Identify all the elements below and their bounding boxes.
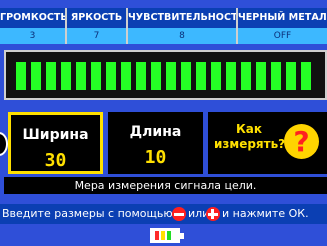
setting-volume-value: 3 (0, 28, 65, 44)
question-mark-icon[interactable]: ? (284, 124, 319, 159)
signal-segment (196, 62, 206, 90)
battery-cell-2 (161, 231, 165, 240)
setting-sensitivity-value: 8 (128, 28, 236, 44)
signal-segment (181, 62, 191, 90)
signal-segment (271, 62, 281, 90)
signal-segment (241, 62, 251, 90)
description-text: Мера измерения сигнала цели. (4, 177, 327, 194)
setting-ferrous-metal[interactable]: ЧЕРНЫЙ МЕТАЛЛ OFF (238, 8, 327, 44)
battery-cell-1 (155, 231, 159, 240)
length-value: 10 (144, 147, 167, 168)
settings-header: ГРОМКОСТЬ 3 ЯРКОСТЬ 7 ЧУВСТВИТЕЛЬНОСТЬ 8… (0, 8, 327, 44)
setting-brightness-value: 7 (67, 28, 126, 44)
width-value: 30 (44, 150, 67, 171)
signal-segment (226, 62, 236, 90)
length-title: Длина (129, 124, 182, 140)
signal-segment (136, 62, 146, 90)
signal-segment (151, 62, 161, 90)
minus-button-icon (172, 207, 186, 221)
signal-segment (46, 62, 56, 90)
signal-segment (61, 62, 71, 90)
signal-segment (106, 62, 116, 90)
battery-cap (180, 233, 184, 239)
setting-ferrous-metal-label: ЧЕРНЫЙ МЕТАЛЛ (238, 8, 327, 28)
hint-text-part3: и нажмите ОК. (222, 207, 309, 220)
edge-ring-icon (0, 132, 8, 156)
signal-segment (31, 62, 41, 90)
setting-ferrous-metal-value: OFF (238, 28, 327, 44)
battery-cell-3 (167, 231, 171, 240)
signal-strength-bar (4, 50, 327, 100)
signal-segment (76, 62, 86, 90)
help-text-line1: Как (236, 122, 263, 136)
hint-text-part1: Введите размеры с помощью (2, 207, 173, 220)
length-panel[interactable]: Длина 10 (108, 112, 203, 174)
signal-segment (301, 62, 311, 90)
plus-button-icon (206, 207, 220, 221)
setting-volume-label: ГРОМКОСТЬ (0, 8, 65, 28)
signal-segment (166, 62, 176, 90)
signal-segment (256, 62, 266, 90)
battery-icon (150, 228, 184, 243)
instruction-bar: Введите размеры с помощью или и нажмите … (0, 204, 327, 224)
setting-sensitivity[interactable]: ЧУВСТВИТЕЛЬНОСТЬ 8 (128, 8, 236, 44)
signal-segment (91, 62, 101, 90)
signal-segment (121, 62, 131, 90)
setting-brightness[interactable]: ЯРКОСТЬ 7 (67, 8, 126, 44)
signal-segment (286, 62, 296, 90)
signal-segment (16, 62, 26, 90)
help-text-line2: измерять? (214, 137, 286, 151)
width-title: Ширина (22, 127, 89, 143)
width-panel[interactable]: Ширина 30 (8, 112, 103, 174)
setting-sensitivity-label: ЧУВСТВИТЕЛЬНОСТЬ (128, 8, 236, 28)
signal-segment (211, 62, 221, 90)
setting-volume[interactable]: ГРОМКОСТЬ 3 (0, 8, 65, 44)
setting-brightness-label: ЯРКОСТЬ (67, 8, 126, 28)
